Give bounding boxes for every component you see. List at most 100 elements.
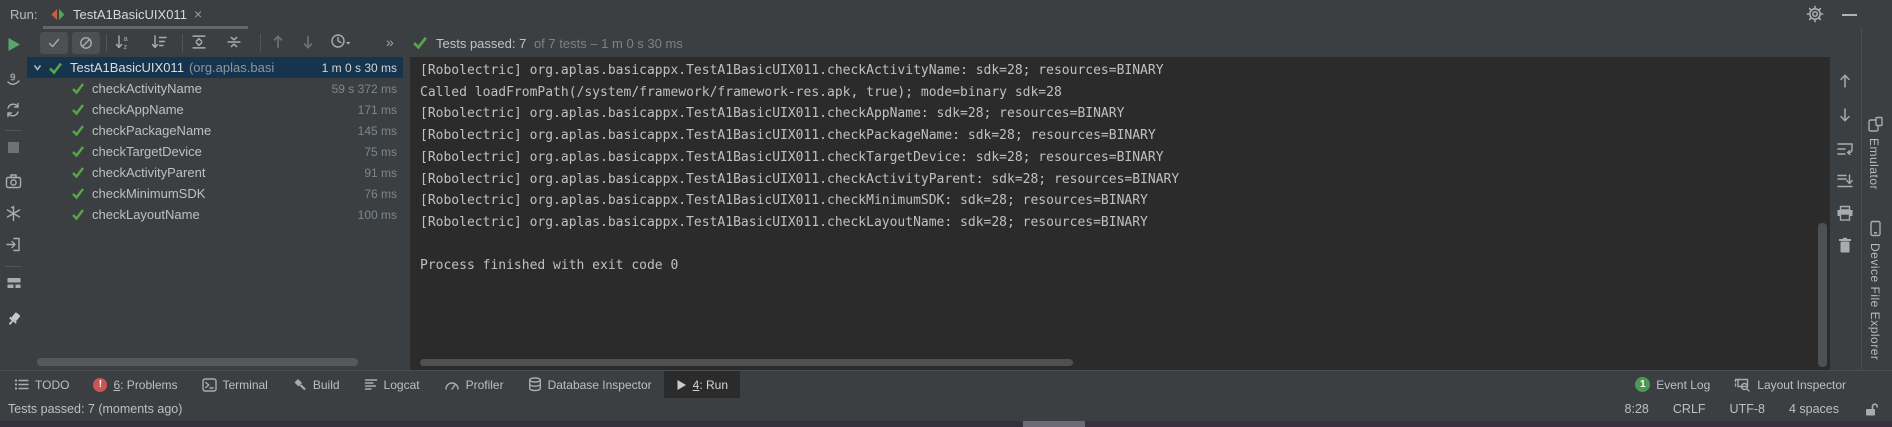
scroll-down-icon[interactable]: [1837, 107, 1853, 123]
console-line: [Robolectric] org.aplas.basicappx.TestA1…: [420, 212, 1830, 234]
toolbar-separator: [5, 130, 22, 131]
caret-position-widget[interactable]: 8:28: [1625, 402, 1649, 416]
status-bar: Tests passed: 7 (moments ago) 8:28 CRLF …: [0, 397, 1892, 421]
tree-test-row[interactable]: checkPackageName 145 ms: [27, 120, 403, 141]
tool-button-todo[interactable]: TODO: [2, 371, 81, 398]
run-window-header: Run: TestA1BasicUIX011 ×: [0, 0, 1892, 28]
expand-all-icon[interactable]: [191, 34, 207, 50]
console-line: [Robolectric] org.aplas.basicappx.TestA1…: [420, 190, 1830, 212]
run-text: : Run: [699, 378, 728, 392]
rerun-failed-tests-icon[interactable]: 9: [5, 70, 22, 87]
database-icon: [528, 377, 542, 392]
line-ending-widget[interactable]: CRLF: [1673, 402, 1706, 416]
console-vertical-scrollbar[interactable]: [1818, 223, 1827, 367]
tree-test-row[interactable]: checkActivityParent 91 ms: [27, 162, 403, 183]
tree-root-name: TestA1BasicUIX011: [70, 60, 184, 75]
active-tab-underline: [43, 26, 248, 29]
todo-label: TODO: [35, 378, 69, 392]
sort-alphabetically-icon[interactable]: a z: [114, 34, 132, 50]
test-passed-icon: [71, 187, 85, 200]
console-line: [Robolectric] org.aplas.basicappx.TestA1…: [420, 103, 1830, 125]
console-right-toolbar: [1830, 57, 1861, 370]
tree-test-row[interactable]: checkTargetDevice 75 ms: [27, 141, 403, 162]
profiler-icon: [444, 378, 460, 391]
pin-tab-icon[interactable]: [5, 310, 23, 328]
test-duration: 91 ms: [364, 166, 403, 180]
right-tool-window-bar: Emulator Device File Explorer: [1861, 28, 1892, 371]
status-message[interactable]: Tests passed: 7 (moments ago): [8, 402, 182, 416]
next-failed-test-icon[interactable]: [300, 34, 316, 50]
problems-text: : Problems: [120, 378, 177, 392]
console-output[interactable]: [Robolectric] org.aplas.basicappx.TestA1…: [410, 57, 1830, 370]
test-passed-icon: [71, 208, 85, 221]
restore-layout-icon[interactable]: [6, 276, 22, 290]
tool-button-terminal[interactable]: Terminal: [190, 371, 280, 398]
test-name: checkAppName: [92, 102, 184, 117]
toolbar-separator: [5, 266, 22, 267]
test-name: checkMinimumSDK: [92, 186, 205, 201]
test-toolbar: a z: [0, 30, 1892, 57]
encoding-widget[interactable]: UTF-8: [1730, 402, 1765, 416]
run-tab-label: 4: Run: [693, 378, 728, 392]
tool-button-layout-inspector[interactable]: Layout Inspector: [1722, 371, 1858, 398]
print-icon[interactable]: [1836, 205, 1854, 222]
toolbar-separator: [260, 34, 261, 52]
test-duration: 171 ms: [358, 103, 403, 117]
soft-wrap-icon[interactable]: [1836, 141, 1854, 157]
previous-failed-test-icon[interactable]: [270, 34, 286, 50]
scroll-to-end-icon[interactable]: [1836, 173, 1854, 189]
show-ignored-button[interactable]: [72, 32, 100, 54]
test-name: checkActivityName: [92, 81, 202, 96]
toolbar-overflow-chevron[interactable]: »: [386, 34, 394, 50]
tool-button-emulator[interactable]: Emulator: [1867, 116, 1884, 193]
unlocked-icon[interactable]: [1863, 402, 1878, 417]
tests-passed-detail: of 7 tests – 1 m 0 s 30 ms: [534, 36, 683, 51]
console-exit-line: Process finished with exit code 0: [420, 255, 1830, 277]
test-duration: 75 ms: [364, 145, 403, 159]
event-log-badge: 1: [1635, 377, 1650, 392]
run-tab[interactable]: TestA1BasicUIX011 ×: [50, 3, 202, 25]
problems-label: 6: Problems: [113, 378, 177, 392]
tree-test-row[interactable]: checkLayoutName 100 ms: [27, 204, 403, 225]
tool-button-device-file-explorer[interactable]: Device File Explorer: [1868, 220, 1883, 363]
chevron-down-icon[interactable]: [32, 62, 43, 73]
import-test-results-icon[interactable]: [5, 236, 22, 253]
show-passed-button[interactable]: [40, 32, 68, 54]
rerun-tests-icon[interactable]: [7, 37, 21, 52]
stop-icon: [8, 142, 19, 153]
tree-root-row[interactable]: TestA1BasicUIX011 (org.aplas.basi 1 m 0 …: [27, 57, 403, 78]
sort-by-duration-icon[interactable]: [150, 34, 168, 50]
tool-button-profiler[interactable]: Profiler: [432, 371, 516, 398]
close-icon[interactable]: ×: [194, 6, 202, 22]
test-tree-panel: TestA1BasicUIX011 (org.aplas.basi 1 m 0 …: [27, 57, 403, 370]
gear-icon[interactable]: [1806, 5, 1824, 23]
screen-capture-icon[interactable]: [5, 174, 22, 189]
problems-error-icon: !: [93, 378, 107, 392]
tree-test-row[interactable]: checkMinimumSDK 76 ms: [27, 183, 403, 204]
hide-window-icon[interactable]: [1842, 14, 1857, 16]
tool-button-event-log[interactable]: 1 Event Log: [1623, 371, 1722, 398]
emulator-icon: [1867, 116, 1884, 132]
run-play-icon: [676, 379, 687, 391]
tool-button-database-inspector[interactable]: Database Inspector: [516, 371, 664, 398]
tree-test-row[interactable]: checkAppName 171 ms: [27, 99, 403, 120]
database-inspector-label: Database Inspector: [548, 378, 652, 392]
tool-button-problems[interactable]: ! 6: Problems: [81, 371, 189, 398]
tool-button-build[interactable]: Build: [280, 371, 352, 398]
collapse-all-icon[interactable]: [226, 34, 242, 50]
tree-horizontal-scrollbar[interactable]: [37, 358, 358, 366]
tree-test-row[interactable]: checkActivityName 59 s 372 ms: [27, 78, 403, 99]
scroll-up-icon[interactable]: [1837, 73, 1853, 89]
test-duration: 76 ms: [364, 187, 403, 201]
console-line: [Robolectric] org.aplas.basicappx.TestA1…: [420, 125, 1830, 147]
console-horizontal-scrollbar[interactable]: [420, 359, 1073, 366]
tool-button-run-active[interactable]: 4: Run: [664, 371, 740, 398]
indent-widget[interactable]: 4 spaces: [1789, 402, 1839, 416]
apply-changes-icon[interactable]: [5, 205, 22, 222]
test-passed-icon: [48, 61, 63, 75]
clear-console-icon[interactable]: [1837, 237, 1853, 254]
test-duration: 59 s 372 ms: [332, 82, 403, 96]
toggle-auto-test-icon[interactable]: [4, 101, 22, 119]
tool-button-logcat[interactable]: Logcat: [352, 371, 432, 398]
test-history-icon[interactable]: [330, 33, 352, 50]
